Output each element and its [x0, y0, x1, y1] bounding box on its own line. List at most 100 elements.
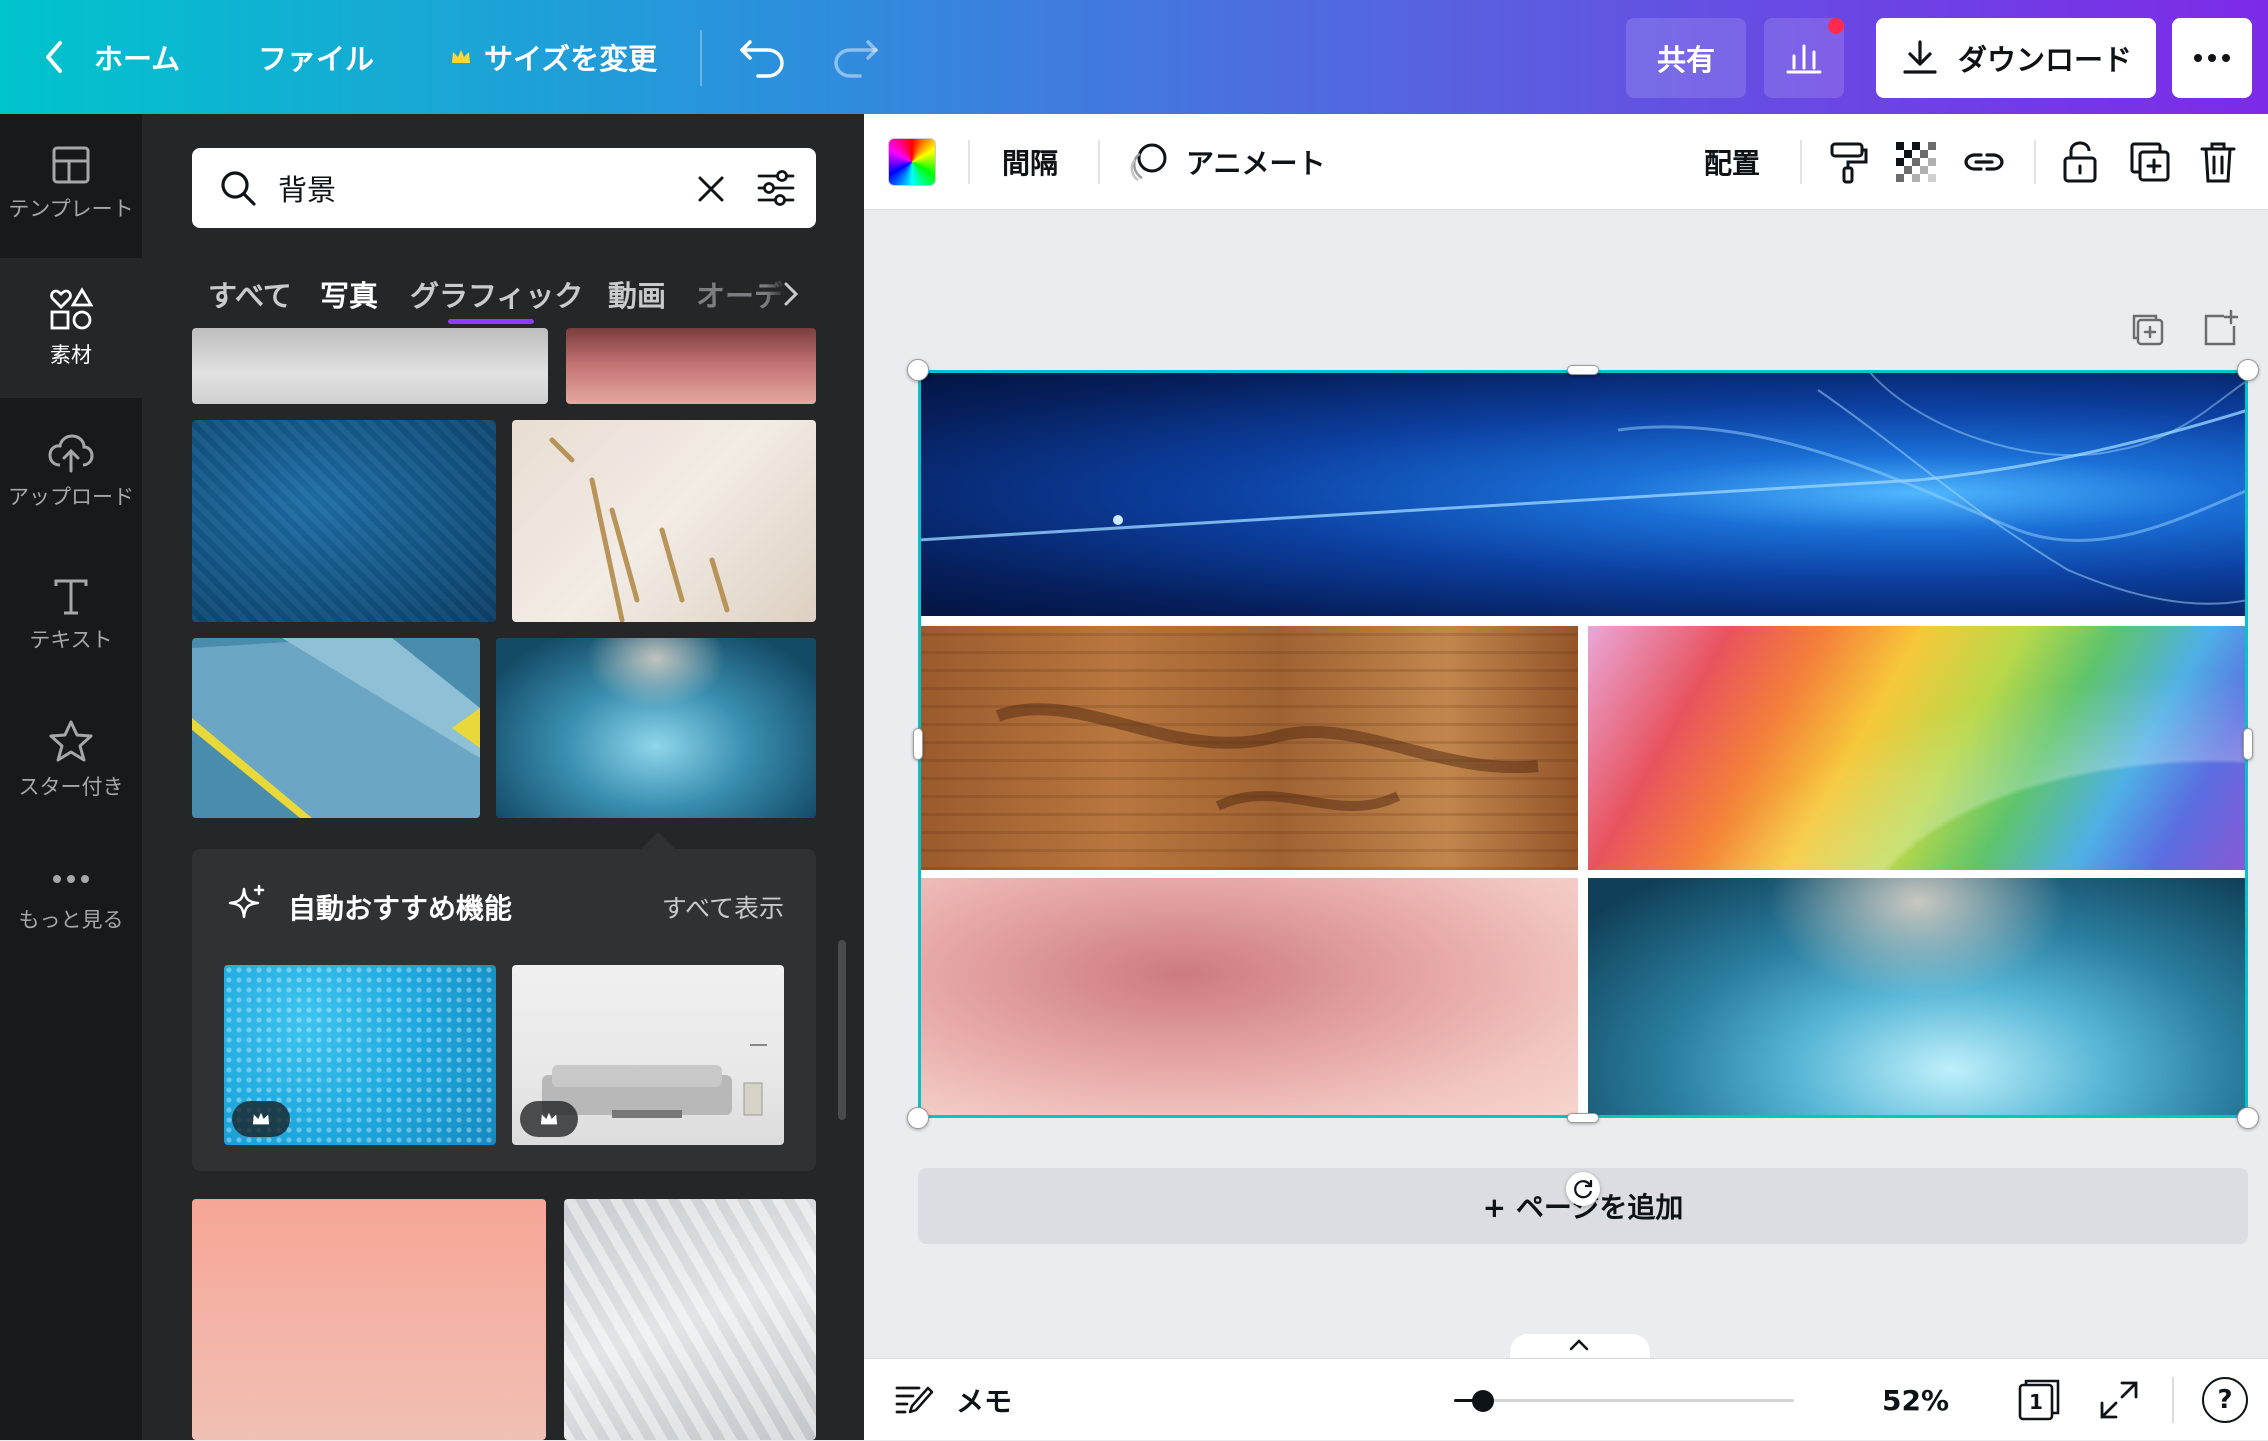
fullscreen-button[interactable] [2098, 1379, 2140, 1421]
resize-handle-top[interactable] [1567, 365, 1599, 375]
rail-item-starred[interactable]: スター付き [0, 690, 142, 830]
file-menu[interactable]: ファイル [258, 0, 374, 114]
cloud-upload-icon [48, 434, 94, 473]
rail-label-more: もっと見る [18, 908, 124, 932]
divider [1098, 140, 1100, 184]
rail-item-templates[interactable]: テンプレート [0, 114, 142, 254]
photo-thumbnail[interactable] [192, 638, 480, 818]
resize-handle-bottom[interactable] [1567, 1113, 1599, 1123]
transparency-button[interactable] [1892, 138, 1940, 186]
sparkle-icon [228, 884, 265, 919]
notes-icon [895, 1386, 934, 1414]
redo-button[interactable] [830, 32, 882, 82]
add-page-small-button[interactable] [2200, 308, 2240, 348]
notification-dot [1828, 18, 1844, 34]
home-button[interactable]: ホーム [40, 0, 180, 114]
insights-button[interactable] [1764, 18, 1844, 98]
panel-scrollbar[interactable] [838, 940, 846, 1120]
position-button[interactable]: 配置 [1704, 114, 1760, 210]
zoom-slider-thumb[interactable] [1471, 1390, 1494, 1412]
rail-item-more[interactable]: もっと見る [0, 834, 142, 974]
resize-button[interactable]: サイズを変更 [450, 0, 657, 114]
rail-item-text[interactable]: テキスト [0, 546, 142, 686]
premium-photo-thumbnail[interactable] [224, 965, 496, 1145]
tab-photos[interactable]: 写真 [320, 264, 378, 324]
copy-style-button[interactable] [1824, 138, 1872, 186]
photo-thumbnail[interactable] [496, 638, 816, 818]
left-rail: テンプレート 素材 アップロード テキスト スター付き もっと見る [0, 114, 142, 1440]
show-pages-tab[interactable] [1510, 1334, 1650, 1360]
texture-overlay [192, 420, 496, 622]
gold-streaks [549, 437, 730, 622]
download-icon [1903, 40, 1937, 74]
blue-energy-photo[interactable] [918, 370, 2248, 616]
download-button[interactable]: ダウンロード [1876, 18, 2156, 98]
zoom-slider-track[interactable] [1454, 1399, 1794, 1402]
photo-thumbnail[interactable] [192, 420, 496, 622]
tab-all[interactable]: すべて [208, 264, 292, 324]
zoom-level[interactable]: 52% [1882, 1359, 1949, 1441]
rail-label-starred: スター付き [18, 775, 124, 799]
notes-label: メモ [956, 1385, 1013, 1418]
rotate-handle[interactable] [1566, 1172, 1600, 1206]
clear-search-icon[interactable] [696, 174, 726, 204]
download-label: ダウンロード [1957, 43, 2132, 77]
rail-label-elements: 素材 [50, 343, 92, 367]
page-count: 1 [2029, 1390, 2043, 1414]
rail-label-uploads: アップロード [8, 485, 134, 509]
elements-icon [50, 287, 93, 330]
photo-thumbnail[interactable] [566, 328, 816, 404]
divider [2034, 140, 2036, 184]
ellipsis-icon [2194, 54, 2230, 62]
photo-thumbnail[interactable] [192, 1199, 546, 1440]
bar-chart-icon [1786, 44, 1822, 74]
share-button[interactable]: 共有 [1626, 18, 1746, 98]
delete-button[interactable] [2194, 138, 2242, 186]
rotate-icon [1574, 1180, 1593, 1199]
recommend-section: 自動おすすめ機能 すべて表示 [192, 849, 816, 1171]
help-button[interactable]: ? [2202, 1377, 2248, 1423]
rail-item-elements[interactable]: 素材 [0, 258, 142, 398]
bottom-bar: メモ 52% 1 ? [864, 1358, 2268, 1440]
wood-knots [995, 703, 1539, 811]
tab-graphics[interactable]: グラフィック [410, 264, 583, 324]
divider [2172, 1377, 2174, 1423]
resize-handle-corner[interactable] [2237, 1107, 2259, 1129]
light-streaks [918, 370, 2248, 605]
tabs-scroll-right[interactable] [766, 264, 816, 324]
resize-handle-right[interactable] [2243, 728, 2253, 760]
search-box [192, 148, 816, 228]
see-all-link[interactable]: すべて表示 [662, 889, 784, 925]
photo-thumbnail[interactable] [564, 1199, 816, 1440]
resize-handle-corner[interactable] [907, 1107, 929, 1129]
undo-button[interactable] [736, 32, 788, 82]
search-input[interactable] [276, 162, 656, 214]
page-count-button[interactable]: 1 [2016, 1377, 2062, 1423]
pink-watercolor-photo[interactable] [918, 878, 1578, 1118]
more-options-button[interactable] [2172, 18, 2252, 98]
crown-icon [252, 1112, 270, 1125]
resize-handle-left[interactable] [913, 728, 923, 760]
rail-item-uploads[interactable]: アップロード [0, 402, 142, 542]
wood-texture-photo[interactable] [918, 626, 1578, 870]
notes-button[interactable]: メモ [894, 1359, 1012, 1441]
lock-button[interactable] [2056, 138, 2104, 186]
animate-button[interactable]: アニメート [1126, 138, 1325, 186]
filter-icon[interactable] [756, 168, 796, 208]
color-picker-swatch[interactable] [888, 138, 936, 186]
duplicate-page-button[interactable] [2128, 310, 2168, 350]
rainbow-photo[interactable] [1588, 626, 2248, 870]
resize-handle-corner[interactable] [907, 359, 929, 381]
tab-videos[interactable]: 動画 [608, 264, 666, 324]
spacing-button[interactable]: 間隔 [1002, 114, 1058, 210]
crown-icon [540, 1112, 558, 1125]
photo-thumbnail[interactable] [192, 328, 548, 404]
resize-handle-corner[interactable] [2237, 359, 2259, 381]
design-page[interactable] [918, 370, 2248, 1118]
link-button[interactable] [1960, 138, 2008, 186]
premium-photo-thumbnail[interactable] [512, 965, 784, 1145]
editor-toolbar: 間隔 アニメート 配置 [864, 114, 2268, 210]
teal-gradient-photo[interactable] [1588, 878, 2248, 1118]
photo-thumbnail[interactable] [512, 420, 816, 622]
duplicate-button[interactable] [2126, 138, 2174, 186]
